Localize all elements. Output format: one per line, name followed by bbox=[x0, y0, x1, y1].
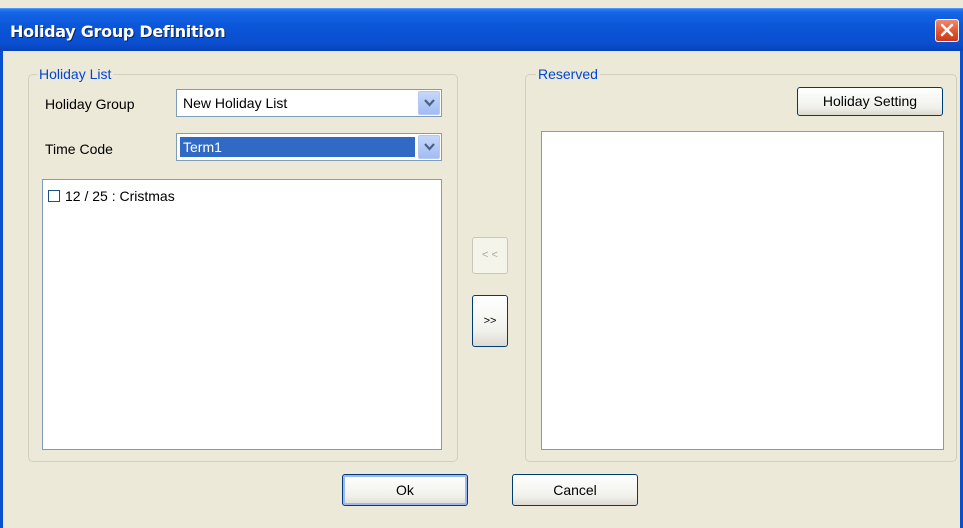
window-title: Holiday Group Definition bbox=[10, 22, 226, 41]
ok-label: Ok bbox=[396, 482, 414, 498]
time-code-combo[interactable]: Term1 bbox=[176, 133, 442, 161]
move-left-label: < < bbox=[482, 249, 498, 261]
holiday-setting-button[interactable]: Holiday Setting bbox=[797, 87, 943, 116]
time-code-value: Term1 bbox=[183, 139, 222, 155]
chevron-down-icon bbox=[424, 99, 435, 107]
holiday-item-checkbox[interactable] bbox=[48, 190, 60, 202]
cancel-button[interactable]: Cancel bbox=[512, 474, 638, 506]
holiday-group-combo[interactable]: New Holiday List bbox=[176, 89, 442, 117]
move-right-button[interactable]: >> bbox=[472, 295, 508, 347]
holiday-setting-label: Holiday Setting bbox=[822, 93, 918, 109]
close-icon bbox=[940, 23, 954, 37]
holiday-list-legend: Holiday List bbox=[37, 66, 114, 82]
move-left-button[interactable]: < < bbox=[472, 237, 508, 274]
holiday-item-label: 12 / 25 : Cristmas bbox=[65, 188, 175, 204]
ok-button[interactable]: Ok bbox=[342, 474, 468, 506]
move-right-label: >> bbox=[483, 315, 497, 327]
cancel-label: Cancel bbox=[553, 482, 597, 498]
holiday-group-dialog: Holiday Group Definition Holiday List Ho… bbox=[0, 0, 963, 528]
title-bar[interactable]: Holiday Group Definition bbox=[0, 8, 963, 51]
time-code-dropdown-button[interactable] bbox=[418, 135, 440, 159]
holiday-listbox[interactable]: 12 / 25 : Cristmas bbox=[42, 179, 442, 450]
reserved-listbox[interactable] bbox=[541, 131, 944, 450]
holiday-group-dropdown-button[interactable] bbox=[418, 91, 440, 115]
holiday-group-label: Holiday Group bbox=[45, 96, 135, 112]
reserved-legend: Reserved bbox=[536, 66, 600, 82]
close-button[interactable] bbox=[935, 19, 959, 42]
chevron-down-icon bbox=[424, 143, 435, 151]
time-code-label: Time Code bbox=[45, 141, 113, 157]
window-frame-left bbox=[0, 51, 3, 528]
holiday-group-value: New Holiday List bbox=[183, 95, 288, 111]
list-item[interactable]: 12 / 25 : Cristmas bbox=[48, 188, 175, 204]
